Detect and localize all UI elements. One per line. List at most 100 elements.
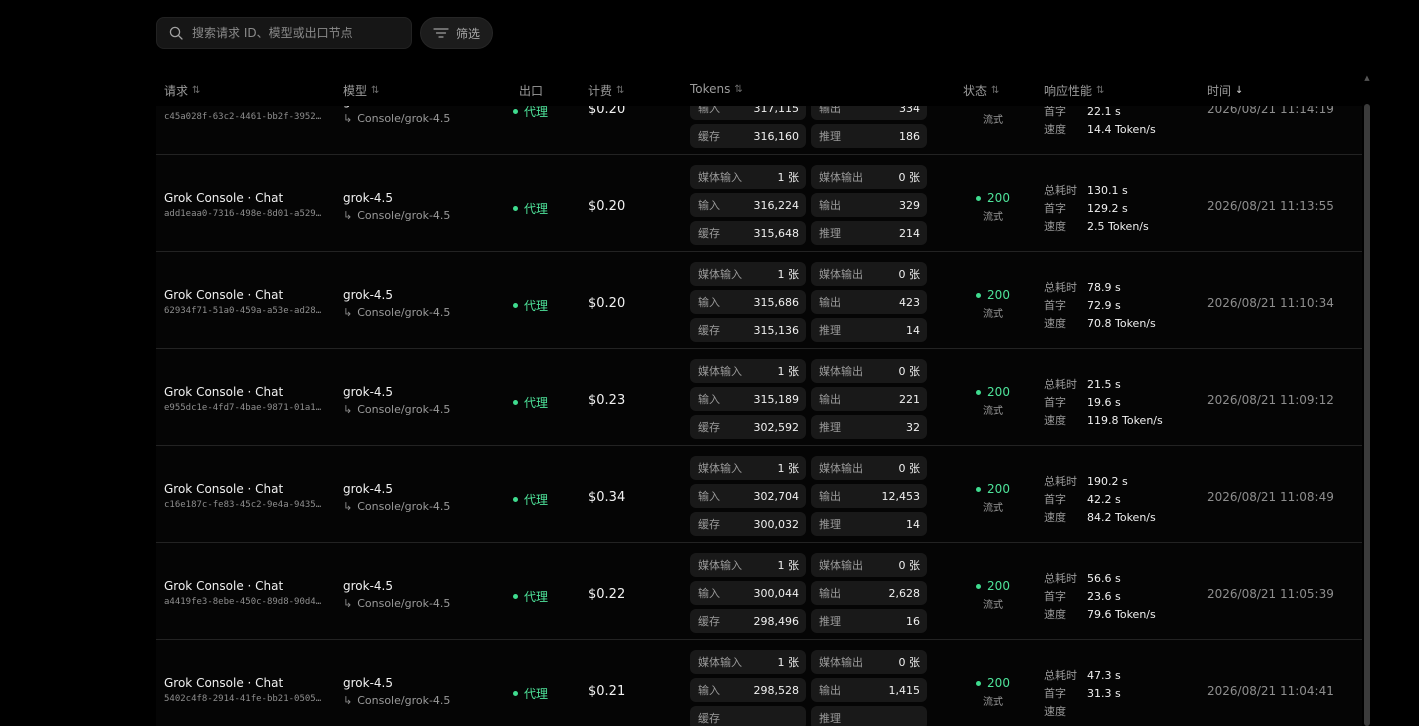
- sort-desc-icon: ↓: [1235, 85, 1244, 96]
- request-title: Grok Console · Chat: [164, 191, 284, 205]
- sort-icon: ⇅: [734, 83, 743, 95]
- token-chip-media-output: 媒体输出 0 张: [811, 359, 927, 383]
- status-mode: 流式: [983, 503, 1003, 514]
- request-id: 5402c4f8-2914-41fe-bb21-0505…: [164, 694, 322, 704]
- status-dot-icon: [976, 292, 982, 298]
- request-id: c16e187c-fe83-45c2-9e4a-9435…: [164, 500, 322, 510]
- cost-value: $0.34: [588, 490, 626, 505]
- filter-button[interactable]: 筛选: [420, 17, 494, 49]
- search-icon: [169, 26, 183, 40]
- exit-node: 代理: [513, 297, 548, 314]
- status-dot-icon: [513, 497, 518, 502]
- status-mode: 流式: [983, 309, 1003, 320]
- search-box[interactable]: [156, 17, 412, 49]
- column-header-model[interactable]: 模型 ⇅: [343, 82, 379, 99]
- token-chip-media-output: 媒体输出 0 张: [811, 650, 927, 674]
- vertical-scrollbar[interactable]: [1364, 104, 1370, 726]
- token-breakdown: 媒体输入 1 张 媒体输出 0 张 输入 298,528 输出 1,415 缓存: [690, 650, 928, 726]
- column-header-exit: 出口: [519, 84, 544, 98]
- model-route: ↳ Console/grok-4.5: [343, 500, 450, 513]
- token-breakdown: 媒体输入 1 张 媒体输出 0 张 输入 316,224 输出 329 缓存 3…: [690, 165, 928, 245]
- status-code: 200: [987, 482, 1010, 496]
- token-chip-media-input: 媒体输入 1 张: [690, 650, 806, 674]
- model-route: ↳ Console/grok-4.5: [343, 403, 450, 416]
- table-row[interactable]: Grok Console · Chat e955dc1e-4fd7-4bae-9…: [156, 349, 1362, 446]
- route-target: Console/grok-4.5: [357, 306, 451, 319]
- search-input[interactable]: [192, 26, 392, 40]
- token-speed: 70.8 Token/s: [1087, 317, 1156, 330]
- exit-label: 代理: [524, 202, 549, 216]
- sort-icon: ⇅: [991, 85, 1000, 96]
- scroll-up-arrow-icon[interactable]: ▲: [1362, 74, 1372, 82]
- first-token-latency: 19.6 s: [1087, 396, 1121, 409]
- token-chip-reasoning: 推理 16: [811, 609, 927, 633]
- exit-label: 代理: [524, 299, 549, 313]
- timestamp: 2026/08/21 11:04:41: [1207, 684, 1334, 698]
- table-row[interactable]: Grok Console · Chat c16e187c-fe83-45c2-9…: [156, 446, 1362, 543]
- column-header-performance[interactable]: 响应性能 ⇅: [1044, 82, 1104, 99]
- column-header-cost[interactable]: 计费 ⇅: [588, 82, 624, 99]
- exit-label: 代理: [524, 687, 549, 701]
- column-header-time[interactable]: 时间 ↓: [1207, 82, 1243, 99]
- token-chip-cache: 缓存 298,496: [690, 609, 806, 633]
- table-row[interactable]: Grok Console · Chat a4419fe3-8ebe-450c-8…: [156, 543, 1362, 640]
- model-name: grok-4.5: [343, 579, 393, 593]
- first-token-latency: 42.2 s: [1087, 493, 1121, 506]
- token-chip-media-output: 媒体输出 0 张: [811, 262, 927, 286]
- token-chip-input: 输入 302,704: [690, 484, 806, 508]
- token-chip-output: 输出 12,453: [811, 484, 927, 508]
- token-chip-cache: 缓存 315,648: [690, 221, 806, 245]
- status-dot-icon: [513, 206, 518, 211]
- table-row[interactable]: Grok Console · Chat add1eaa0-7316-498e-8…: [156, 155, 1362, 252]
- timestamp: 2026/08/21 11:13:55: [1207, 199, 1334, 213]
- status-dot-icon: [976, 389, 982, 395]
- status-mode: 流式: [983, 115, 1003, 126]
- route-target: Console/grok-4.5: [357, 209, 451, 222]
- request-title: Grok Console · Chat: [164, 579, 284, 593]
- exit-label: 代理: [524, 590, 549, 604]
- model-route: ↳ Console/grok-4.5: [343, 597, 450, 610]
- column-header-tokens[interactable]: Tokens ⇅: [690, 82, 743, 96]
- route-arrow-icon: ↳: [343, 112, 353, 125]
- table-row[interactable]: Grok Console · Chat 5402c4f8-2914-41fe-b…: [156, 640, 1362, 726]
- status-cell: 200 流式: [962, 482, 1024, 514]
- cost-value: $0.20: [588, 199, 626, 214]
- performance-cell: 总耗时 56.6 s 首字 23.6 s 速度 79.6 Token/s: [1044, 570, 1156, 624]
- token-chip-media-output: 媒体输出 0 张: [811, 456, 927, 480]
- model-name: grok-4.5: [343, 191, 393, 205]
- token-chip-cache: 缓存 302,592: [690, 415, 806, 439]
- status-mode: 流式: [983, 406, 1003, 417]
- sort-icon: ⇅: [371, 85, 380, 96]
- table-row[interactable]: Grok Console · Chat 62934f71-51a0-459a-a…: [156, 252, 1362, 349]
- status-mode: 流式: [983, 697, 1003, 708]
- token-breakdown: 媒体输入 1 张 媒体输出 0 张 输入 315,189 输出 221 缓存 3…: [690, 359, 928, 439]
- cost-value: $0.23: [588, 393, 626, 408]
- first-token-latency: 23.6 s: [1087, 590, 1121, 603]
- request-title: Grok Console · Chat: [164, 482, 284, 496]
- token-chip-input: 输入 315,686: [690, 290, 806, 314]
- request-id: add1eaa0-7316-498e-8d01-a529…: [164, 209, 322, 219]
- token-chip-reasoning: 推理 32: [811, 415, 927, 439]
- cost-value: $0.21: [588, 684, 626, 699]
- route-arrow-icon: ↳: [343, 403, 353, 416]
- token-chip-reasoning: 推理 214: [811, 221, 927, 245]
- token-chip-output: 输出 1,415: [811, 678, 927, 702]
- model-name: grok-4.5: [343, 288, 393, 302]
- model-route: ↳ Console/grok-4.5: [343, 112, 450, 125]
- route-arrow-icon: ↳: [343, 500, 353, 513]
- model-name: grok-4.5: [343, 482, 393, 496]
- token-speed: 119.8 Token/s: [1087, 414, 1163, 427]
- exit-node: 代理: [513, 491, 548, 508]
- token-chip-input: 输入 300,044: [690, 581, 806, 605]
- token-chip-input: 输入 315,189: [690, 387, 806, 411]
- token-chip-media-output: 媒体输出 0 张: [811, 165, 927, 189]
- token-chip-reasoning: 推理 14: [811, 512, 927, 536]
- total-duration: 21.5 s: [1087, 378, 1121, 391]
- table-header: 请求 ⇅ 模型 ⇅ 出口 计费 ⇅ Tokens ⇅ 状态 ⇅ 响应性能 ⇅ 时间 ↓: [156, 74, 1362, 106]
- token-chip-media-input: 媒体输入 1 张: [690, 262, 806, 286]
- token-breakdown: 媒体输入 1 张 媒体输出 0 张 输入 315,686 输出 423 缓存 3…: [690, 262, 928, 342]
- column-header-request[interactable]: 请求 ⇅: [164, 82, 200, 99]
- token-chip-media-input: 媒体输入 1 张: [690, 456, 806, 480]
- column-header-status[interactable]: 状态 ⇅: [963, 82, 999, 99]
- token-speed: 84.2 Token/s: [1087, 511, 1156, 524]
